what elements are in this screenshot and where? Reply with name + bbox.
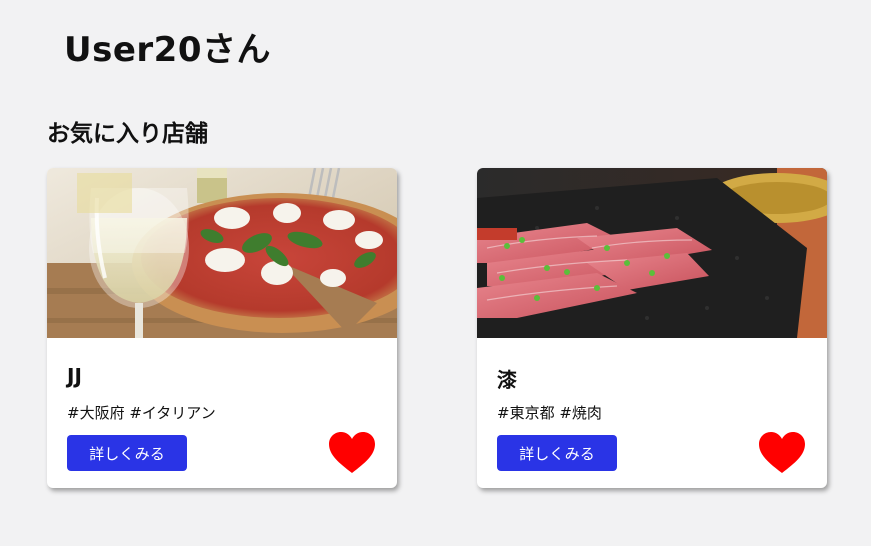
favorite-heart-icon[interactable]	[327, 430, 377, 476]
pizza-and-wine-photo	[47, 168, 397, 338]
favorites-section-title: お気に入り店舗	[47, 121, 208, 147]
shop-image-pizza	[47, 168, 397, 338]
page: User20さん お気に入り店舗 JJ #大阪府 #イタリアン 詳しくみる 漆 …	[0, 0, 871, 546]
detail-button[interactable]: 詳しくみる	[67, 435, 187, 471]
yakiniku-beef-photo	[477, 168, 827, 338]
shop-card: 漆 #東京都 #焼肉 詳しくみる	[477, 168, 827, 488]
detail-button[interactable]: 詳しくみる	[497, 435, 617, 471]
shop-name: 漆	[497, 368, 517, 392]
shop-card: JJ #大阪府 #イタリアン 詳しくみる	[47, 168, 397, 488]
shop-image-yakiniku	[477, 168, 827, 338]
user-greeting: User20さん	[64, 30, 271, 70]
favorite-heart-icon[interactable]	[757, 430, 807, 476]
shop-tags: #東京都 #焼肉	[497, 404, 602, 422]
shop-tags: #大阪府 #イタリアン	[67, 404, 216, 422]
shop-name: JJ	[67, 364, 82, 388]
